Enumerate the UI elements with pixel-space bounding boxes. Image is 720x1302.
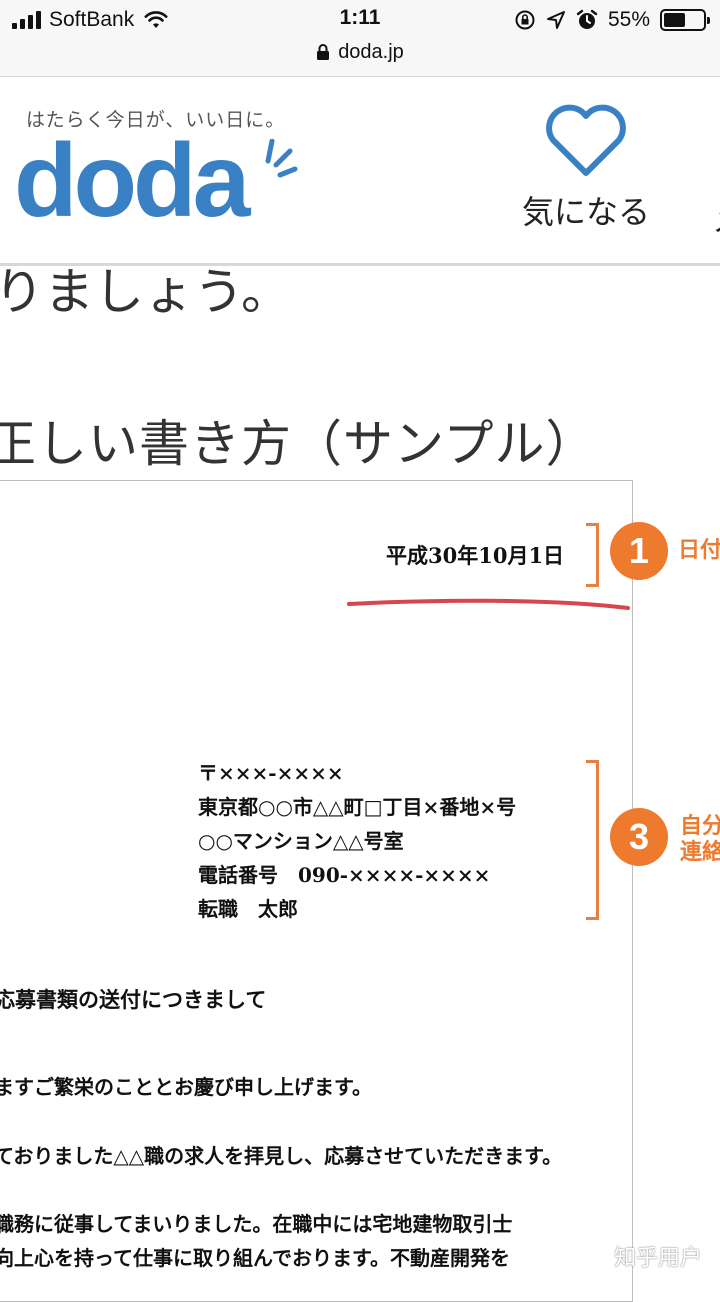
doda-logo[interactable]: doda xyxy=(14,129,250,233)
letter-body-line: ますご繁栄のこととお慶び申し上げます。 xyxy=(0,1075,372,1099)
letter-body-line: ておりました△△職の求人を拝見し、応募させていただきます。 xyxy=(0,1144,563,1168)
favorites-button[interactable]: 気になる xyxy=(516,103,656,233)
url-bar[interactable]: doda.jp xyxy=(0,38,720,66)
heart-icon xyxy=(546,104,626,176)
phone-line: 電話番号 090-××××-×××× xyxy=(198,863,491,887)
section-title: 正しい書き方（サンプル） xyxy=(0,415,597,473)
address-line: 東京都○○市△△町□丁目×番地×号 xyxy=(198,795,517,819)
alarm-clock-icon xyxy=(576,9,598,29)
lock-icon xyxy=(317,44,330,60)
letter-date: 平成30年10月1日 xyxy=(386,543,565,568)
status-right: 55% xyxy=(514,6,710,34)
letter-body-line: 職務に従事してまいりました。在職中には宅地建物取引士 xyxy=(0,1212,513,1236)
logo-rays-icon xyxy=(265,139,298,178)
sender-address-block: 〒×××-×××× 東京都○○市△△町□丁目×番地×号 ○○マンション△△号室 … xyxy=(198,756,516,926)
favorites-label: 気になる xyxy=(521,193,650,231)
annotation-badge-1: 1 xyxy=(610,522,668,580)
battery-icon xyxy=(660,9,710,31)
menu-label-cut[interactable]: メ xyxy=(712,195,720,241)
annotation-label-date: 日付 xyxy=(678,538,720,563)
url-text: doda.jp xyxy=(338,40,404,63)
battery-percent: 55% xyxy=(607,8,650,31)
red-underline-annotation xyxy=(347,598,630,610)
watermark-text: 知乎用户 xyxy=(613,1246,702,1271)
annotation-badge-3: 3 xyxy=(610,808,668,866)
site-header: はたらく今日が、いい日に。 doda 気になる メ xyxy=(0,77,720,266)
sender-name: 転職 太郎 xyxy=(198,897,298,921)
location-arrow-icon xyxy=(546,11,565,29)
letter-subject: 応募書類の送付につきまして xyxy=(0,987,267,1012)
bracket-date xyxy=(586,523,599,587)
rotation-lock-icon xyxy=(515,10,535,30)
letter-body-line: 向上心を持って仕事に取り組んでおります。不動産開発を xyxy=(0,1246,510,1270)
annotation-label-contact: 自分 連絡 xyxy=(680,814,720,866)
building-line: ○○マンション△△号室 xyxy=(198,829,404,853)
postal-code: 〒×××-×××× xyxy=(198,761,344,785)
bracket-contact xyxy=(586,760,599,920)
status-bar: SoftBank 1:11 55% doda.jp xyxy=(0,0,720,77)
